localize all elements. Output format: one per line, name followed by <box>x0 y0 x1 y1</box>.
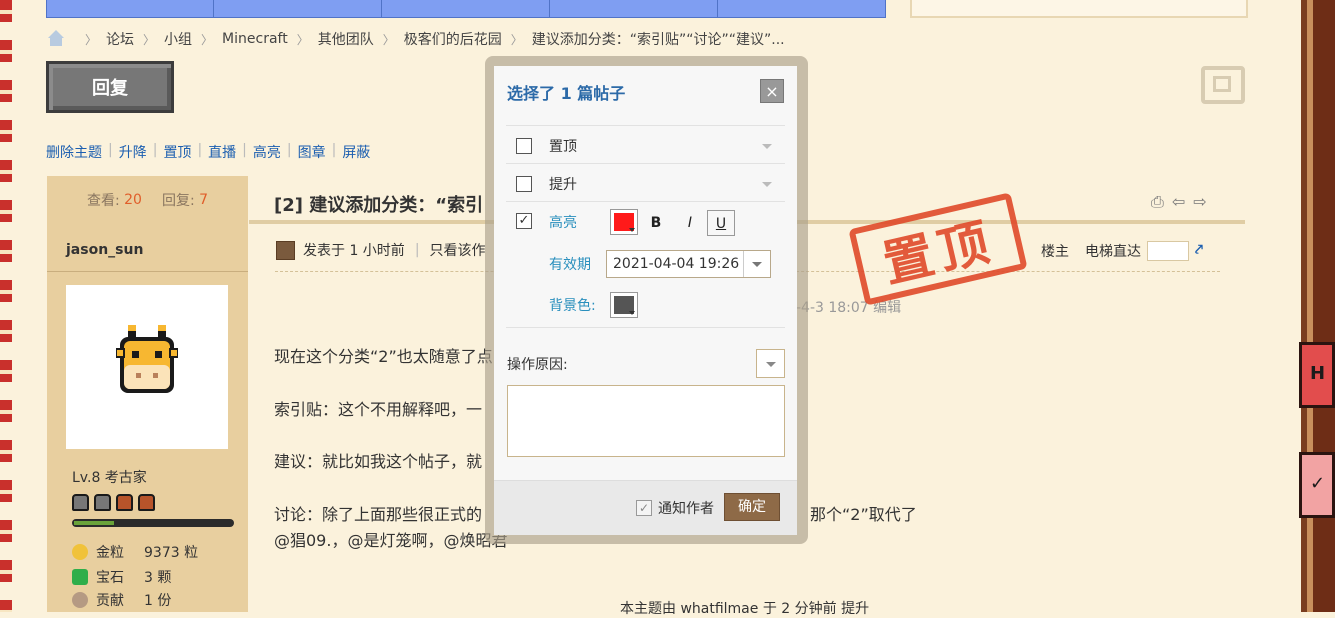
post-meta: 发表于 1 小时前 | 只看该作 <box>276 240 486 260</box>
resource-contribution: 贡献 1 份 <box>72 590 171 610</box>
close-button[interactable]: × <box>760 79 784 103</box>
thread-title: [2] 建议添加分类：“索引 <box>274 195 484 216</box>
expiry-date-select[interactable]: 2021-04-04 19:26 <box>606 250 771 278</box>
top-nav-bar <box>46 0 886 18</box>
moderation-footnote: 本主题由 whatfilmae 于 2 分钟前 提升 <box>620 601 870 617</box>
post-line-tail: 那个“2”取代了 <box>810 505 917 524</box>
reason-textarea[interactable] <box>507 385 785 457</box>
author-avatar-icon[interactable] <box>276 240 295 260</box>
home-icon[interactable] <box>46 30 66 48</box>
sticky-link[interactable]: 置顶 <box>163 142 191 162</box>
resource-emerald: 宝石 3 颗 <box>72 567 171 587</box>
breadcrumb: 〉 论坛 〉 小组 〉 Minecraft 〉 其他团队 〉 极客们的后花园 〉… <box>46 29 785 49</box>
reply-button[interactable]: 回复 <box>46 61 174 113</box>
confirm-button[interactable]: 确定 <box>724 493 780 521</box>
medal-icon[interactable] <box>94 494 111 511</box>
admin-links: 删除主题 | 升降 | 置顶 | 直播 | 高亮 | 图章 | 屏蔽 <box>46 142 371 162</box>
bump-checkbox[interactable] <box>516 176 532 192</box>
reply-count: 7 <box>199 192 209 208</box>
scroll-icon[interactable] <box>1201 66 1245 104</box>
highlight-option-label: 高亮 <box>549 215 577 231</box>
chevron-down-icon[interactable] <box>743 251 770 277</box>
chevron-right-icon: 〉 <box>201 32 214 47</box>
breadcrumb-item[interactable]: Minecraft <box>222 31 288 47</box>
chevron-right-icon: 〉 <box>510 32 523 47</box>
post-line: @猖09.，@是灯笼啊，@焕昭君 <box>274 531 508 550</box>
post-line: 讨论：除了上面那些很正式的 <box>274 505 483 524</box>
giraffe-avatar-icon <box>116 325 178 393</box>
exp-bar <box>72 519 234 527</box>
username[interactable]: jason_sun <box>66 242 143 258</box>
right-decorative-edge <box>1295 0 1335 612</box>
breadcrumb-current: 建议添加分类：“索引贴”“讨论”“建议”... <box>531 32 785 48</box>
top-right-box <box>910 0 1248 18</box>
floor-input[interactable] <box>1147 241 1189 261</box>
notify-author[interactable]: ✓ 通知作者 <box>636 498 714 518</box>
highlight-link[interactable]: 高亮 <box>253 142 281 162</box>
medal-icon[interactable] <box>138 494 155 511</box>
bold-button[interactable]: B <box>642 210 670 236</box>
contribution-icon <box>72 592 88 608</box>
stamp-link[interactable]: 图章 <box>298 142 326 162</box>
side-tab-pink[interactable]: ✓ <box>1299 452 1335 518</box>
print-icon[interactable]: ⎙ <box>1151 192 1164 212</box>
prev-thread-icon[interactable]: ⇦ <box>1172 192 1185 212</box>
thread-tools: ⎙ ⇦ ⇨ <box>1151 192 1207 212</box>
next-thread-icon[interactable]: ⇨ <box>1193 192 1206 212</box>
sticky-stamp: 置顶 <box>848 192 1028 306</box>
chevron-down-icon[interactable] <box>762 144 772 149</box>
medal-icon[interactable] <box>72 494 89 511</box>
reason-label: 操作原因: <box>507 357 568 373</box>
chevron-down-icon[interactable] <box>762 182 772 187</box>
post-line: 建议：就比如我这个帖子，就 <box>274 452 483 471</box>
avatar[interactable] <box>66 285 228 449</box>
view-count: 20 <box>124 192 142 208</box>
dialog-footer: ✓ 通知作者 确定 <box>494 480 797 535</box>
sticky-checkbox[interactable] <box>516 138 532 154</box>
notify-checkbox[interactable]: ✓ <box>636 500 652 516</box>
medals <box>72 494 155 511</box>
bg-color-label: 背景色: <box>549 298 596 314</box>
chevron-right-icon: 〉 <box>296 32 309 47</box>
highlight-color-picker[interactable] <box>610 209 638 235</box>
user-column: 查看: 20 回复: 7 jason_sun Lv.8 考古家 金粒 9373 粒… <box>47 176 248 612</box>
medal-icon[interactable] <box>116 494 133 511</box>
underline-button[interactable]: U <box>707 210 735 236</box>
delete-thread-link[interactable]: 删除主题 <box>46 142 102 162</box>
post-line: 现在这个分类“2”也太随意了点 <box>274 347 493 366</box>
italic-button[interactable]: I <box>676 210 704 236</box>
user-level: Lv.8 考古家 <box>72 470 147 486</box>
chevron-right-icon: 〉 <box>143 32 156 47</box>
reason-dropdown[interactable] <box>756 349 785 378</box>
thread-stats: 查看: 20 回复: 7 <box>86 192 209 209</box>
floor-nav: 楼主 电梯直达 ⤤ <box>1041 241 1213 261</box>
post-time: 发表于 1 小时前 <box>303 243 405 259</box>
expiry-label: 有效期 <box>549 257 591 273</box>
chevron-right-icon: 〉 <box>85 32 98 47</box>
highlight-checkbox[interactable]: ✓ <box>516 213 532 229</box>
moderation-dialog: 选择了 1 篇帖子 × 置顶 提升 ✓ 高亮 B I U 有效期 2021-04… <box>494 66 797 535</box>
breadcrumb-item[interactable]: 论坛 <box>106 29 134 49</box>
floor-owner-label: 楼主 <box>1041 244 1069 260</box>
bump-link[interactable]: 升降 <box>119 142 147 162</box>
elevator-label: 电梯直达 <box>1085 244 1141 260</box>
sticky-option-label: 置顶 <box>549 139 577 155</box>
side-tab-red[interactable]: H <box>1299 342 1335 408</box>
only-author-link[interactable]: 只看该作 <box>430 240 486 260</box>
breadcrumb-item[interactable]: 极客们的后花园 <box>404 29 502 49</box>
breadcrumb-item[interactable]: 其他团队 <box>318 29 374 49</box>
chevron-right-icon: 〉 <box>382 32 395 47</box>
post-line: 索引贴：这个不用解释吧，一 <box>274 400 483 419</box>
left-decorative-border <box>0 0 12 612</box>
live-link[interactable]: 直播 <box>208 142 236 162</box>
dialog-title: 选择了 1 篇帖子 <box>507 84 626 103</box>
gold-nugget-icon <box>72 544 88 560</box>
jump-icon[interactable]: ⤤ <box>1195 242 1213 260</box>
bg-color-picker[interactable] <box>610 292 638 318</box>
resource-gold: 金粒 9373 粒 <box>72 542 198 562</box>
block-link[interactable]: 屏蔽 <box>342 142 370 162</box>
emerald-icon <box>72 569 88 585</box>
breadcrumb-item[interactable]: 小组 <box>164 29 192 49</box>
bump-option-label: 提升 <box>549 177 577 193</box>
